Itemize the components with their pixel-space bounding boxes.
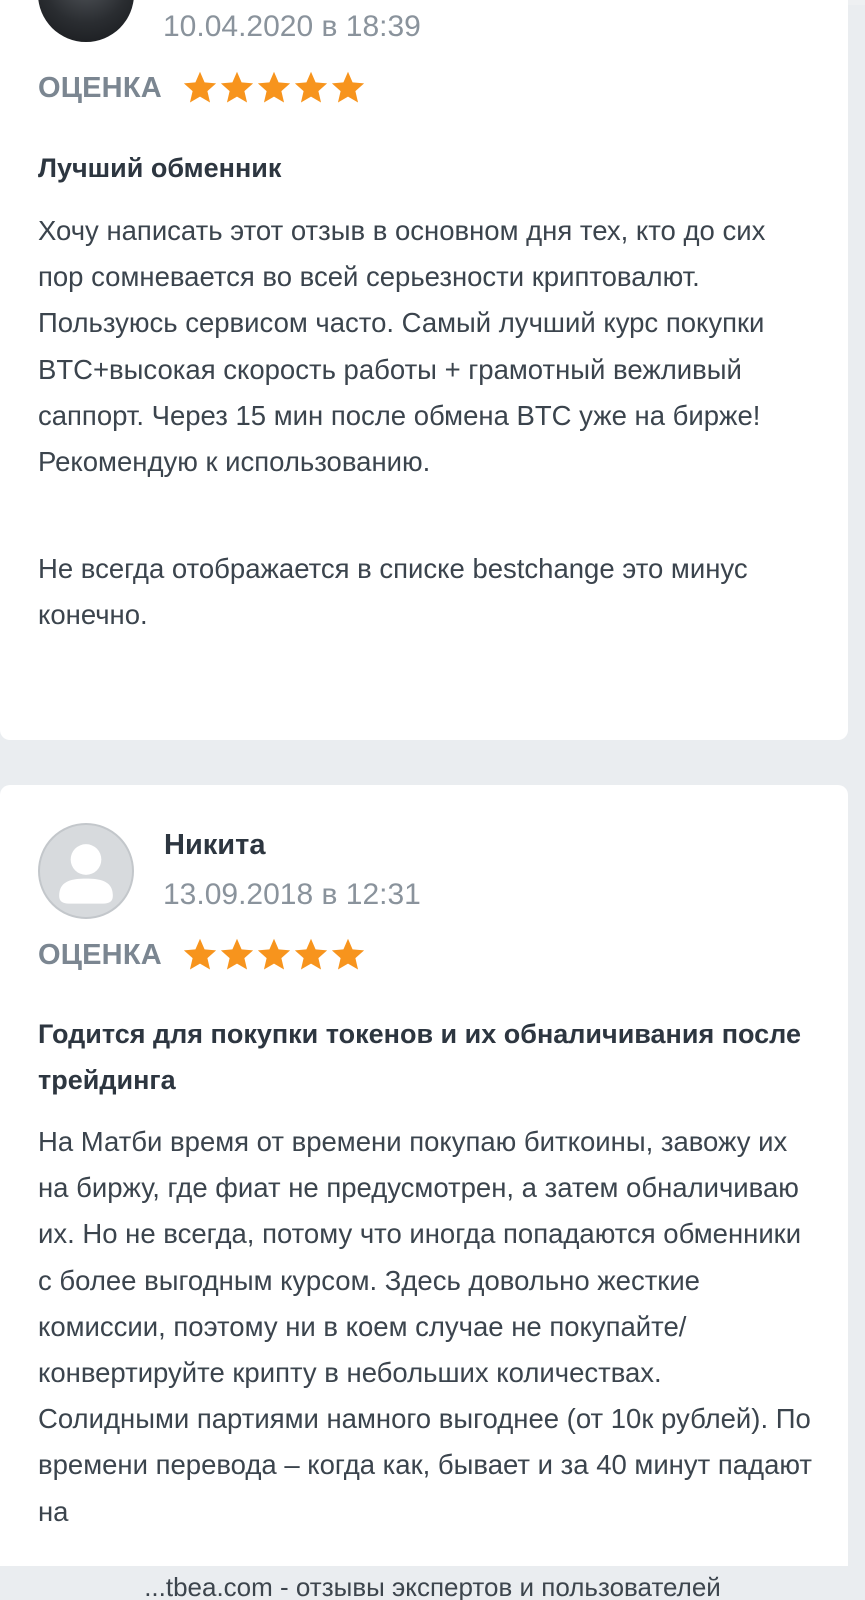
star-icon (257, 938, 290, 970)
star-icon (257, 71, 290, 103)
review-text-extra: Не всегда отображается в списке bestchan… (38, 553, 748, 631)
review-title: Лучший обменник (38, 153, 282, 183)
review-date: 10.04.2020 в 18:39 (163, 10, 421, 43)
rating-label: ОЦЕНКА (38, 71, 162, 104)
star-icon (294, 938, 327, 970)
avatar[interactable] (38, 0, 134, 42)
star-icon (220, 71, 253, 103)
user-placeholder-icon (59, 844, 113, 904)
rating-label: ОЦЕНКА (38, 938, 162, 971)
review-title: Годится для покупки токенов и их обналич… (38, 1019, 801, 1095)
star-icon (220, 938, 253, 970)
review-text: На Матби время от времени покупаю биткои… (38, 1126, 813, 1527)
star-icon (331, 71, 364, 103)
review-author[interactable]: Никита (164, 829, 265, 862)
review-text: Хочу написать этот отзыв в основном дня … (38, 215, 766, 478)
review-date: 13.09.2018 в 12:31 (163, 878, 421, 911)
star-icon (183, 71, 216, 103)
review-card: Никита 13.09.2018 в 12:31 ОЦЕНКА Годится… (0, 785, 848, 1600)
star-icon (183, 938, 216, 970)
star-icon (331, 938, 364, 970)
rating-stars (182, 71, 366, 105)
rating: ОЦЕНКА (38, 938, 366, 972)
review-card: 10.04.2020 в 18:39 ОЦЕНКА Лучший обменни… (0, 0, 848, 740)
star-icon (294, 71, 327, 103)
rating-stars (182, 938, 366, 972)
page-footer: ...tbea.com - отзывы экспертов и пользов… (0, 1566, 865, 1600)
rating: ОЦЕНКА (38, 71, 366, 105)
avatar[interactable] (38, 823, 134, 919)
